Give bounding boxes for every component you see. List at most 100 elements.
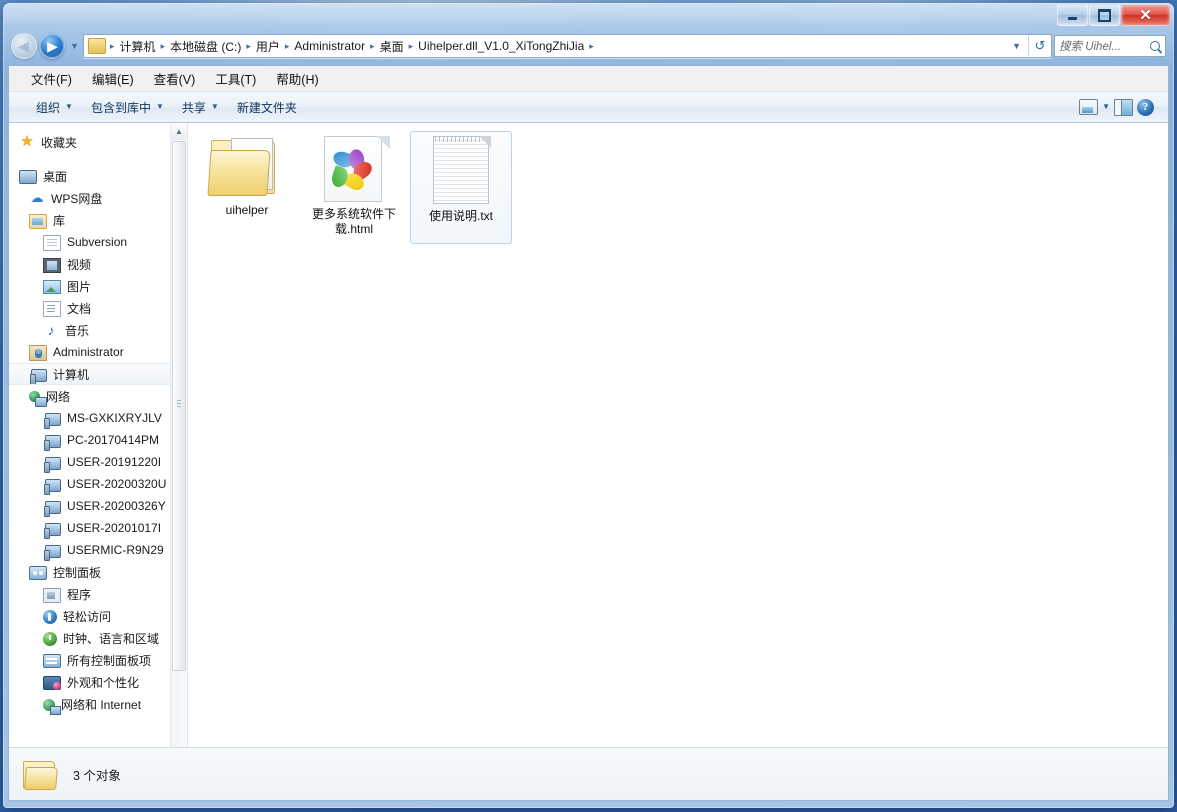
sidebar-item-label: USER-20200320U [67,477,167,491]
sidebar-item-label: 轻松访问 [63,609,112,624]
sidebar-item-18[interactable]: USERMIC-R9N29 [9,539,187,561]
help-icon[interactable]: ? [1137,98,1154,116]
body-row: ★ 收藏夹桌面 ☁ WPS网盘库 Subversion 视频图片文档 ♪ 音乐 Administ… [9,123,1168,770]
sidebar-item-8[interactable]: ♪ 音乐 [9,319,187,341]
close-button[interactable]: ✕ [1121,5,1170,26]
menu-item-1[interactable]: 编辑(E) [82,66,144,91]
sidebar-item-label: 所有控制面板项 [67,653,152,668]
sidebar-item-4[interactable]: Subversion [9,231,187,253]
sidebar-item-2[interactable]: ☁ WPS网盘 [9,187,187,209]
sidebar-item-17[interactable]: USER-20201017I [9,517,187,539]
address-dropdown-icon[interactable]: ▼ [1008,41,1028,51]
breadcrumb-item-current[interactable]: Uihelper.dll_V1.0_XiTongZhiJia [415,37,587,55]
sidebar-item-label: 控制面板 [53,565,102,580]
breadcrumb-item-administrator[interactable]: Administrator [291,37,368,55]
breadcrumb-item-users[interactable]: 用户 [253,36,283,57]
command-bar-items: 组织 ▼ 包含到库中 ▼ 共享 ▼ 新建文件夹 [27,95,306,120]
file-name-label: 更多系统软件下载.html [311,207,396,236]
file-item-2[interactable]: 使用说明.txt [410,131,512,244]
library-folder-icon [29,213,47,229]
sidebar-item-22[interactable]: 时钟、语言和区域 [9,627,187,649]
clock-language-region-icon [43,631,57,646]
chevron-down-icon: ▼ [210,102,219,111]
pictures-library-icon [43,280,61,294]
breadcrumb: ▸ 计算机 ▸ 本地磁盘 (C:) ▸ 用户 ▸ Administrator ▸… [84,36,1008,57]
sidebar-item-25[interactable]: 网络和 Internet [9,693,187,715]
menu-item-3[interactable]: 工具(T) [205,66,266,91]
sidebar-item-10[interactable]: 计算机 [9,363,187,385]
sidebar-item-16[interactable]: USER-20200326Y [9,495,187,517]
sidebar-item-label: 视频 [67,257,92,272]
command-item-1[interactable]: 包含到库中 ▼ [82,95,173,120]
change-view-icon[interactable] [1079,99,1099,115]
sidebar-item-label: 网络 [46,389,71,404]
sidebar-item-5[interactable]: 视频 [9,253,187,275]
breadcrumb-item-computer[interactable]: 计算机 [116,36,158,57]
breadcrumb-item-desktop[interactable]: 桌面 [377,36,407,57]
chevron-down-icon[interactable]: ▼ [1102,103,1110,111]
history-dropdown-icon[interactable]: ▼ [70,41,79,51]
file-list-pane[interactable]: uihelper 更多系统软件下载.html 使用说明.txt [188,123,1168,770]
maximize-button[interactable] [1089,5,1120,26]
sidebar-item-7[interactable]: 文档 [9,297,187,319]
command-item-2[interactable]: 共享 ▼ [173,95,228,120]
sidebar-item-20[interactable]: 程序 [9,583,187,605]
menu-item-0[interactable]: 文件(F) [21,66,82,91]
menu-item-2[interactable]: 查看(V) [144,66,206,91]
sidebar-item-13[interactable]: PC-20170414PM [9,429,187,451]
minimize-button[interactable] [1057,5,1088,26]
sidebar-item-label: 时钟、语言和区域 [63,631,160,646]
network-computer-icon [44,500,61,517]
sidebar-item-14[interactable]: USER-20191220I [9,451,187,473]
user-folder-icon [29,344,47,361]
sidebar-item-label: USER-20201017I [67,521,162,535]
sidebar-item-label: Subversion [67,235,128,249]
preview-pane-icon[interactable] [1114,98,1133,116]
address-bar[interactable]: ▸ 计算机 ▸ 本地磁盘 (C:) ▸ 用户 ▸ Administrator ▸… [82,34,1052,58]
status-bar: 3 个对象 [9,747,1168,800]
forward-button[interactable]: ▶ [39,33,65,59]
command-item-3[interactable]: 新建文件夹 [228,95,306,120]
sidebar-item-0[interactable]: ★ 收藏夹 [9,131,187,153]
sidebar-item-15[interactable]: USER-20200320U [9,473,187,495]
sidebar-item-21[interactable]: 轻松访问 [9,605,187,627]
sidebar-item-1[interactable]: 桌面 [9,165,187,187]
sidebar-item-label: 文档 [67,301,92,316]
caption-buttons: ✕ [1057,5,1170,26]
search-placeholder: 搜索 Uihel... [1059,41,1121,53]
sidebar-item-label: 收藏夹 [41,135,78,150]
sidebar-item-label: USER-20200326Y [67,499,166,513]
sidebar-item-23[interactable]: 所有控制面板项 [9,649,187,671]
subversion-doc-icon [43,234,61,251]
sidebar-item-label: 外观和个性化 [67,675,140,690]
title-bar: ✕ [3,3,1174,29]
breadcrumb-separator: ▸ [370,40,375,51]
scroll-up-button[interactable]: ▲ [171,123,187,140]
command-item-0[interactable]: 组织 ▼ [27,95,82,120]
breadcrumb-separator: ▸ [284,40,290,51]
file-item-0[interactable]: uihelper [196,131,298,244]
sidebar-item-24[interactable]: 外观和个性化 [9,671,187,693]
sidebar-item-3[interactable]: 库 [9,209,187,231]
sidebar-item-6[interactable]: 图片 [9,275,187,297]
sidebar-scrollbar[interactable]: ▲ ▼ [170,123,187,770]
scrollbar-thumb[interactable] [172,141,186,671]
chevron-down-icon: ▼ [155,102,164,111]
network-computer-icon [44,544,61,561]
back-button[interactable]: ◀ [11,33,37,59]
sidebar-item-9[interactable]: Administrator [9,341,187,363]
close-icon: ✕ [1139,6,1152,24]
folder-icon [87,38,106,54]
command-item-label: 包含到库中 [90,100,151,115]
menu-item-4[interactable]: 帮助(H) [266,66,328,91]
file-grid: uihelper 更多系统软件下载.html 使用说明.txt [188,123,1168,244]
sidebar-item-11[interactable]: 网络 [9,385,187,407]
command-item-label: 共享 [181,100,206,115]
sidebar-item-label: 桌面 [43,169,68,184]
refresh-button[interactable]: ↺ [1028,36,1051,56]
sidebar-item-12[interactable]: MS-GXKIXRYJLV [9,407,187,429]
breadcrumb-item-localdisk[interactable]: 本地磁盘 (C:) [167,36,244,57]
search-input[interactable]: 搜索 Uihel... [1054,35,1166,57]
sidebar-item-19[interactable]: 控制面板 [9,561,187,583]
file-item-1[interactable]: 更多系统软件下载.html [303,131,405,244]
